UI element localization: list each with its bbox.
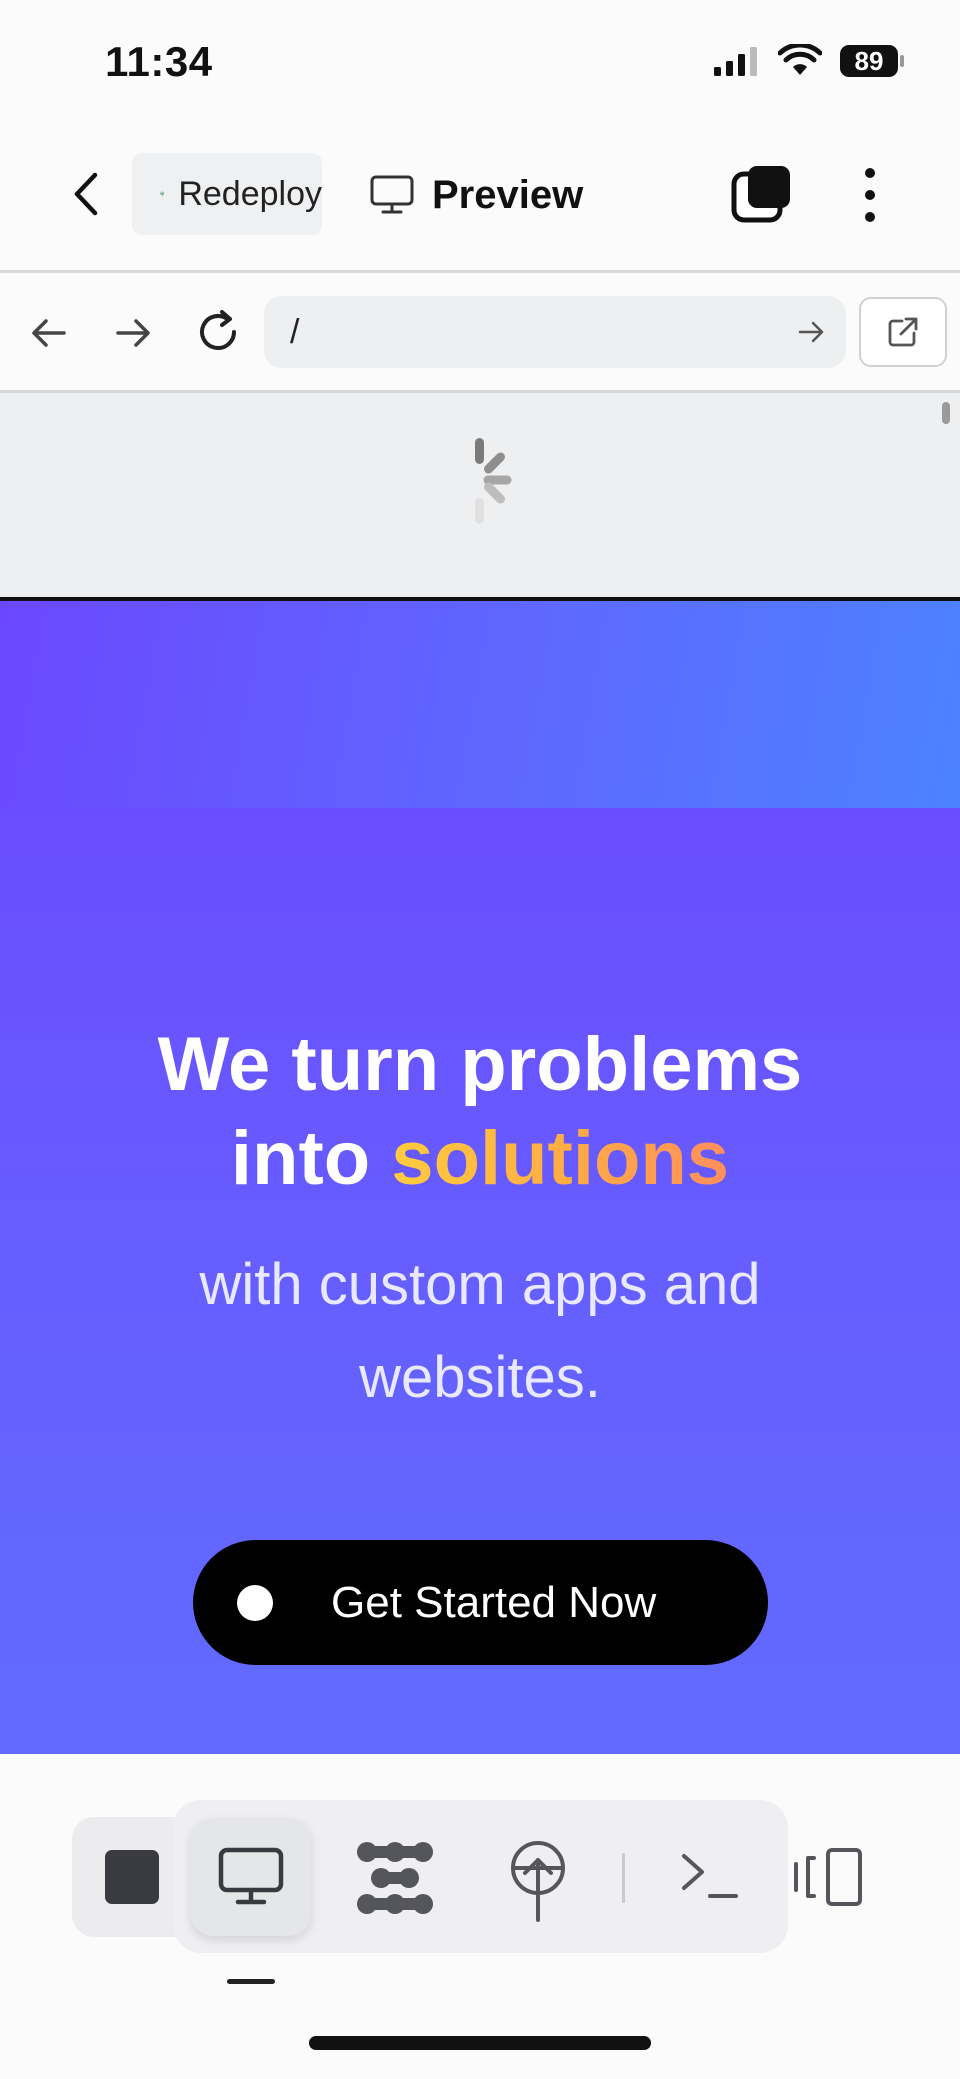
more-dot-icon [865,190,875,200]
arrow-left-icon [32,319,66,347]
reload-icon [200,310,236,350]
preview-tool-button[interactable] [191,1818,311,1936]
active-tool-indicator [227,1979,275,1984]
back-button[interactable] [60,168,112,220]
hero-title-into: into [230,1116,392,1201]
monitor-icon [370,175,414,214]
battery-indicator: 89 [840,45,904,77]
open-in-new-tab-button[interactable] [859,297,947,367]
toolbar-separator [622,1853,625,1903]
tabs-switcher-button[interactable] [730,162,796,228]
deploy-icon [160,191,164,197]
hero-title: We turn problems into solutions [0,1018,960,1206]
wifi-icon [778,44,822,75]
tabs-icon [731,166,790,223]
deploy-tool-button[interactable] [505,1838,571,1922]
get-started-button[interactable]: Get Started Now [193,1540,768,1665]
loading-spinner-icon [466,434,532,530]
browser-forward-button[interactable] [110,310,156,356]
reload-button[interactable] [192,306,244,358]
hero-header-band [0,601,960,808]
monitor-icon [218,1847,284,1905]
shell-tool-button[interactable] [678,1848,742,1902]
status-icons: 89 [712,44,904,78]
arrow-right-icon [116,319,150,347]
hero-title-accent: solutions [391,1116,730,1201]
cta-dot-icon [237,1584,273,1621]
stop-icon [105,1850,159,1904]
external-link-icon [888,317,918,347]
url-text: / [290,312,300,351]
browser-back-button[interactable] [26,310,72,356]
go-arrow-icon[interactable] [796,317,826,347]
agent-tool-button[interactable] [355,1840,435,1916]
hero-title-line1: We turn problems [157,1022,803,1107]
tab-redeploy[interactable]: Redeploy [132,153,322,235]
tab-redeploy-label: Redeploy [178,174,322,213]
agent-icon [357,1842,433,1914]
cellular-signal-icon [714,47,757,76]
chevron-left-icon [74,172,98,216]
get-started-label: Get Started Now [331,1577,657,1627]
tab-preview-label: Preview [432,172,584,217]
scrollbar-thumb[interactable] [942,402,950,424]
hero-title-line2: into solutions [0,1112,960,1206]
url-input[interactable]: / [264,296,846,368]
tab-preview[interactable]: Preview [370,160,583,230]
status-time: 11:34 [105,38,213,85]
battery-level: 89 [854,45,884,76]
devices-tool-button[interactable] [792,1846,864,1908]
more-dot-icon [865,212,875,222]
hero-subtitle: with custom apps and websites. [199,1252,761,1410]
more-options-button[interactable] [850,162,890,228]
deploy-icon [511,1841,565,1922]
home-indicator[interactable] [309,2036,651,2050]
terminal-icon [682,1854,738,1898]
more-dot-icon [865,168,875,178]
divider [0,270,960,273]
devices-icon [794,1848,862,1906]
